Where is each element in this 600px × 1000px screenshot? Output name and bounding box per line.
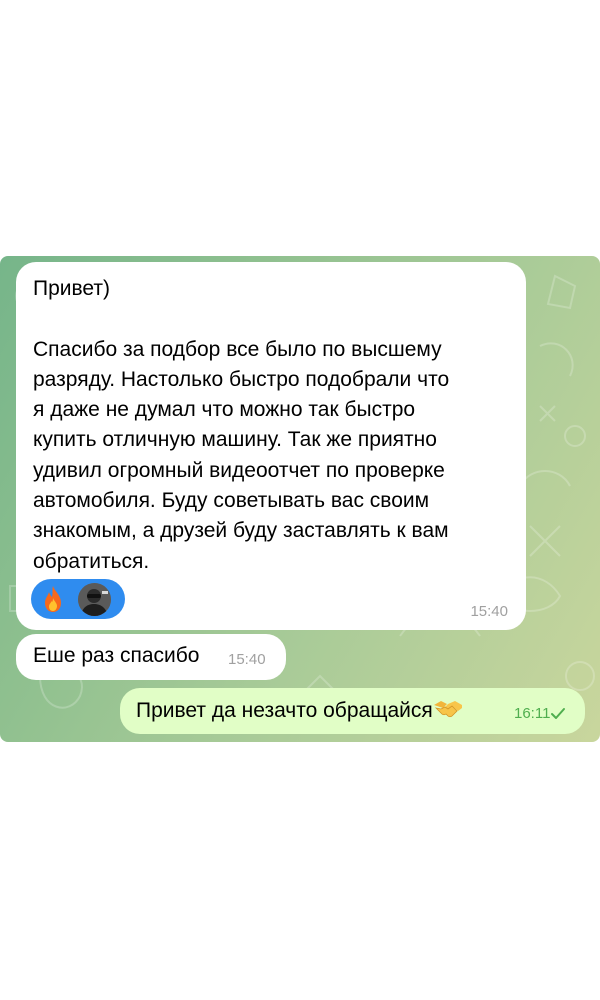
incoming-message-bubble[interactable]: Привет) Спасибо за подбор все было по вы… [16, 262, 526, 630]
message-line: Спасибо за подбор все было по высшему [33, 337, 442, 361]
message-text: Привет да незачто обращайся [136, 699, 433, 722]
message-line: обратиться. [33, 549, 150, 573]
sent-checkmark-icon [551, 708, 565, 719]
message-text-wrap: Привет да незачто обращайся [136, 697, 463, 725]
message-line: удивил огромный видеоотчет по проверке [33, 458, 445, 482]
message-line: разряду. Настолько быстро подобрали что [33, 367, 450, 391]
fire-emoji-icon [40, 584, 66, 614]
message-line: я даже не думал что можно так быстро [33, 398, 416, 422]
message-time: 16:11 [514, 705, 551, 722]
reaction-pill[interactable] [31, 579, 125, 619]
message-line: Привет) [33, 277, 111, 300]
message-time: 15:40 [470, 603, 508, 620]
message-text: Еше раз спасибо [33, 644, 200, 667]
message-line: купить отличную машину. Так же приятно [33, 428, 437, 452]
message-time: 15:40 [228, 651, 266, 668]
incoming-message-bubble[interactable]: Еше раз спасибо 15:40 [16, 634, 286, 680]
message-line: знакомым, а друзей буду заставлять к вам [33, 519, 449, 543]
handshake-emoji-icon [433, 698, 463, 720]
outgoing-message-bubble[interactable]: Привет да незачто обращайся 16:11 [120, 688, 585, 734]
message-line: автомобиля. Буду советывать вас своим [33, 489, 430, 513]
user-avatar [78, 582, 111, 616]
